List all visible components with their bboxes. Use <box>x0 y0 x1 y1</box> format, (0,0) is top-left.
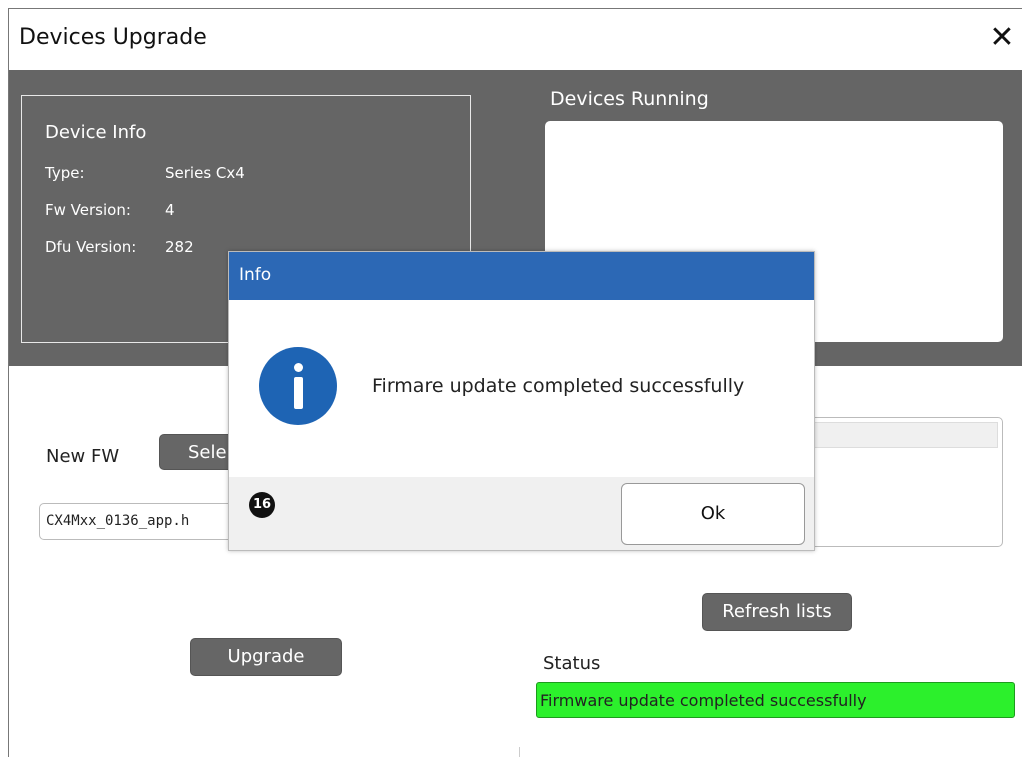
device-type-row: Type: Series Cx4 <box>45 164 245 182</box>
device-info-title: Device Info <box>45 122 147 143</box>
dialog-title: Info <box>239 265 272 285</box>
upgrade-button[interactable]: Upgrade <box>190 638 342 676</box>
device-type-value: Series Cx4 <box>165 164 245 182</box>
fw-version-value: 4 <box>165 201 175 219</box>
close-icon[interactable]: ✕ <box>987 23 1017 53</box>
fw-version-label: Fw Version: <box>45 201 131 219</box>
dialog-footer: Ok <box>229 477 814 550</box>
info-icon-dot <box>294 363 303 372</box>
dfu-version-label: Dfu Version: <box>45 238 137 256</box>
firmware-list[interactable] <box>809 417 1003 547</box>
status-label: Status <box>543 653 601 674</box>
window-title: Devices Upgrade <box>19 25 207 50</box>
ok-button[interactable]: Ok <box>621 483 805 545</box>
info-icon-stem <box>294 377 303 409</box>
info-dialog: Info Firmare update completed successful… <box>228 251 815 551</box>
dfu-version-row: Dfu Version: 282 <box>45 238 194 256</box>
title-bar: Devices Upgrade ✕ <box>9 9 1022 70</box>
firmware-list-header <box>814 422 998 448</box>
dialog-message: Firmare update completed successfully <box>372 375 745 397</box>
status-bar: Firmware update completed successfully <box>536 682 1015 718</box>
dialog-header: Info <box>229 252 814 300</box>
dfu-version-value: 282 <box>165 238 194 256</box>
step-badge: 16 <box>249 492 275 518</box>
fw-version-row: Fw Version: 4 <box>45 201 175 219</box>
info-icon <box>259 347 337 425</box>
refresh-lists-button[interactable]: Refresh lists <box>702 593 852 631</box>
device-type-label: Type: <box>45 164 85 182</box>
new-fw-label: New FW <box>46 446 120 467</box>
devices-running-title: Devices Running <box>550 88 709 110</box>
